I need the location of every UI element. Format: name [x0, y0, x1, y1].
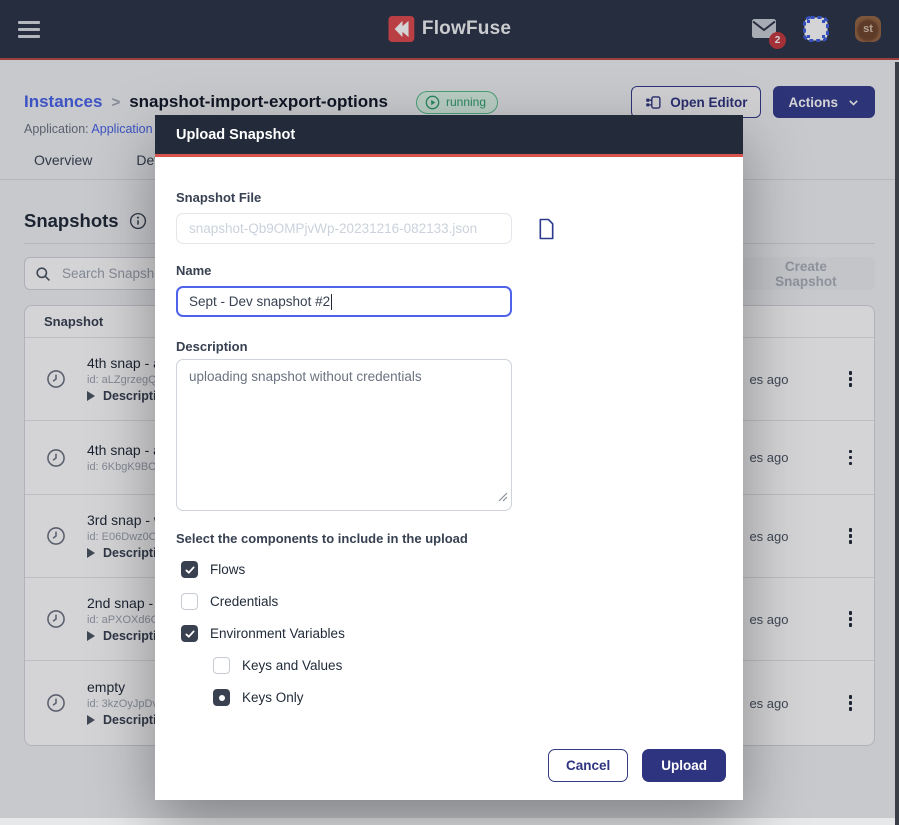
description-textarea[interactable]: uploading snapshot without credentials: [176, 359, 512, 511]
radio-selected-icon: [213, 689, 230, 706]
snapshot-file-placeholder: snapshot-Qb9OMPjvWp-20231216-082133.json: [189, 221, 477, 236]
radio-keys-and-values[interactable]: Keys and Values: [213, 657, 722, 674]
name-value: Sept - Dev snapshot #2: [189, 294, 330, 309]
checkbox-flows[interactable]: Flows: [181, 561, 722, 578]
name-input[interactable]: Sept - Dev snapshot #2: [176, 286, 512, 317]
name-label: Name: [176, 263, 722, 278]
radio-keys-only[interactable]: Keys Only: [213, 689, 722, 706]
components-heading: Select the components to include in the …: [176, 531, 722, 546]
text-cursor: [331, 294, 332, 310]
file-document-icon[interactable]: [537, 218, 556, 240]
checkbox-label: Environment Variables: [210, 626, 345, 641]
snapshot-file-input[interactable]: snapshot-Qb9OMPjvWp-20231216-082133.json: [176, 213, 512, 244]
checkbox-label: Credentials: [210, 594, 278, 609]
checkbox-label: Flows: [210, 562, 245, 577]
description-label: Description: [176, 339, 722, 354]
checkbox-checked-icon: [181, 625, 198, 642]
dialog-header: Upload Snapshot: [155, 115, 743, 157]
upload-button[interactable]: Upload: [642, 749, 726, 782]
dialog-title: Upload Snapshot: [176, 127, 295, 143]
snapshot-file-label: Snapshot File: [176, 190, 722, 205]
checkbox-unchecked-icon: [181, 593, 198, 610]
radio-label: Keys and Values: [242, 658, 342, 673]
radio-label: Keys Only: [242, 690, 304, 705]
checkbox-credentials[interactable]: Credentials: [181, 593, 722, 610]
checkbox-checked-icon: [181, 561, 198, 578]
radio-unchecked-icon: [213, 657, 230, 674]
right-edge: [895, 62, 899, 825]
bottom-edge: [0, 818, 899, 825]
upload-snapshot-dialog: Upload Snapshot Snapshot File snapshot-Q…: [155, 115, 743, 800]
checkbox-environment-variables[interactable]: Environment Variables: [181, 625, 722, 642]
cancel-button[interactable]: Cancel: [548, 749, 628, 782]
